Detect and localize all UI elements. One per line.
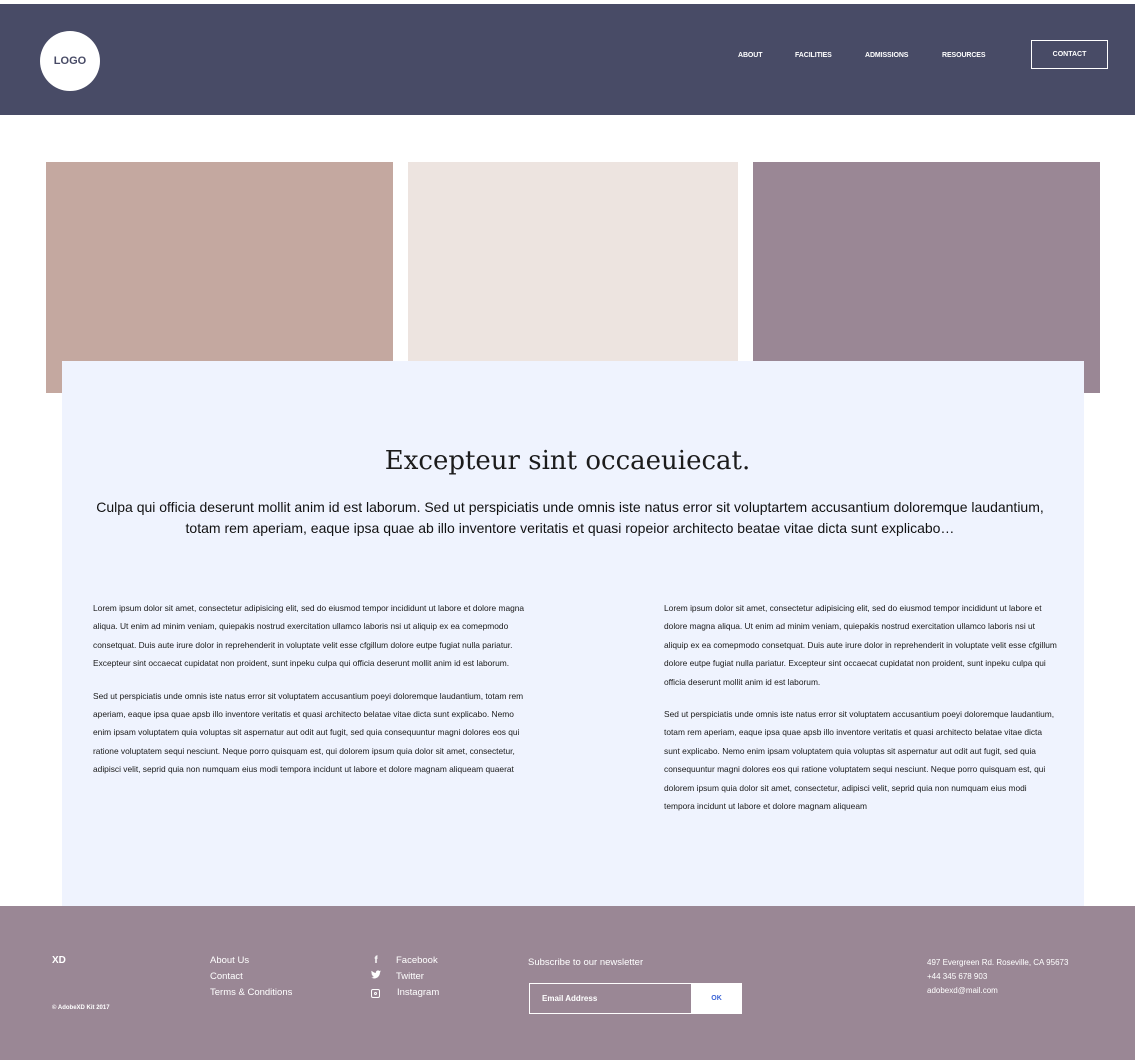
facebook-icon: f bbox=[374, 955, 378, 966]
right-paragraph-2: Sed ut perspiciatis unde omnis iste natu… bbox=[664, 709, 1055, 812]
right-paragraph-1: Lorem ipsum dolor sit amet, consectetur … bbox=[664, 603, 1057, 687]
newsletter-ok-button[interactable]: OK bbox=[691, 983, 742, 1014]
newsletter-title: Subscribe to our newsletter bbox=[528, 957, 644, 968]
site-footer: XD © AdobeXD Kit 2017 About Us Contact T… bbox=[0, 906, 1135, 1060]
social-instagram[interactable]: Instagram bbox=[370, 985, 439, 1001]
social-label: Twitter bbox=[396, 971, 424, 982]
nav-about[interactable]: ABOUT bbox=[738, 52, 762, 59]
page-title: Excepteur sint occaeuiecat. bbox=[384, 446, 751, 476]
social-label: Facebook bbox=[396, 955, 438, 966]
social-facebook[interactable]: f Facebook bbox=[370, 953, 439, 969]
left-text-column: Lorem ipsum dolor sit amet, consectetur … bbox=[93, 599, 529, 793]
social-twitter[interactable]: Twitter bbox=[370, 969, 439, 985]
left-paragraph-2: Sed ut perspiciatis unde omnis iste natu… bbox=[93, 690, 524, 775]
main-nav: ABOUT FACILITIES ADMISSIONS RESOURCES bbox=[0, 4, 1135, 115]
twitter-icon bbox=[370, 969, 382, 985]
social-label: Instagram bbox=[397, 987, 440, 998]
site-header: LOGO ABOUT FACILITIES ADMISSIONS RESOURC… bbox=[0, 4, 1135, 115]
instagram-icon bbox=[371, 988, 380, 998]
intro-paragraph: Culpa qui officia deserunt mollit anim i… bbox=[96, 499, 1044, 536]
footer-brand: XD bbox=[52, 955, 66, 966]
footer-email[interactable]: adobexd@mail.com bbox=[927, 984, 1068, 998]
footer-links: About Us Contact Terms & Conditions bbox=[210, 953, 292, 1001]
footer-contact-info: 497 Evergreen Rd. Roseville, CA 95673 +4… bbox=[927, 956, 1068, 998]
image-placeholder-1 bbox=[46, 162, 393, 393]
footer-link-terms[interactable]: Terms & Conditions bbox=[210, 985, 292, 1001]
footer-link-about[interactable]: About Us bbox=[210, 953, 292, 969]
image-placeholder-3 bbox=[753, 162, 1100, 393]
footer-address: 497 Evergreen Rd. Roseville, CA 95673 bbox=[927, 958, 1069, 967]
nav-resources[interactable]: RESOURCES bbox=[942, 52, 986, 59]
image-placeholder-2 bbox=[408, 162, 738, 393]
newsletter-email-input[interactable] bbox=[529, 983, 692, 1014]
contact-button[interactable]: CONTACT bbox=[1031, 40, 1108, 69]
right-text-column: Lorem ipsum dolor sit amet, consectetur … bbox=[664, 599, 1059, 829]
nav-admissions[interactable]: ADMISSIONS bbox=[865, 52, 908, 59]
footer-copyright: © AdobeXD Kit 2017 bbox=[52, 1005, 110, 1011]
footer-link-contact[interactable]: Contact bbox=[210, 969, 292, 985]
footer-phone: +44 345 678 903 bbox=[927, 972, 988, 981]
footer-social: f Facebook Twitter Instagram bbox=[370, 953, 439, 1001]
nav-facilities[interactable]: FACILITIES bbox=[795, 52, 832, 59]
left-paragraph-1: Lorem ipsum dolor sit amet, consectetur … bbox=[93, 603, 525, 669]
